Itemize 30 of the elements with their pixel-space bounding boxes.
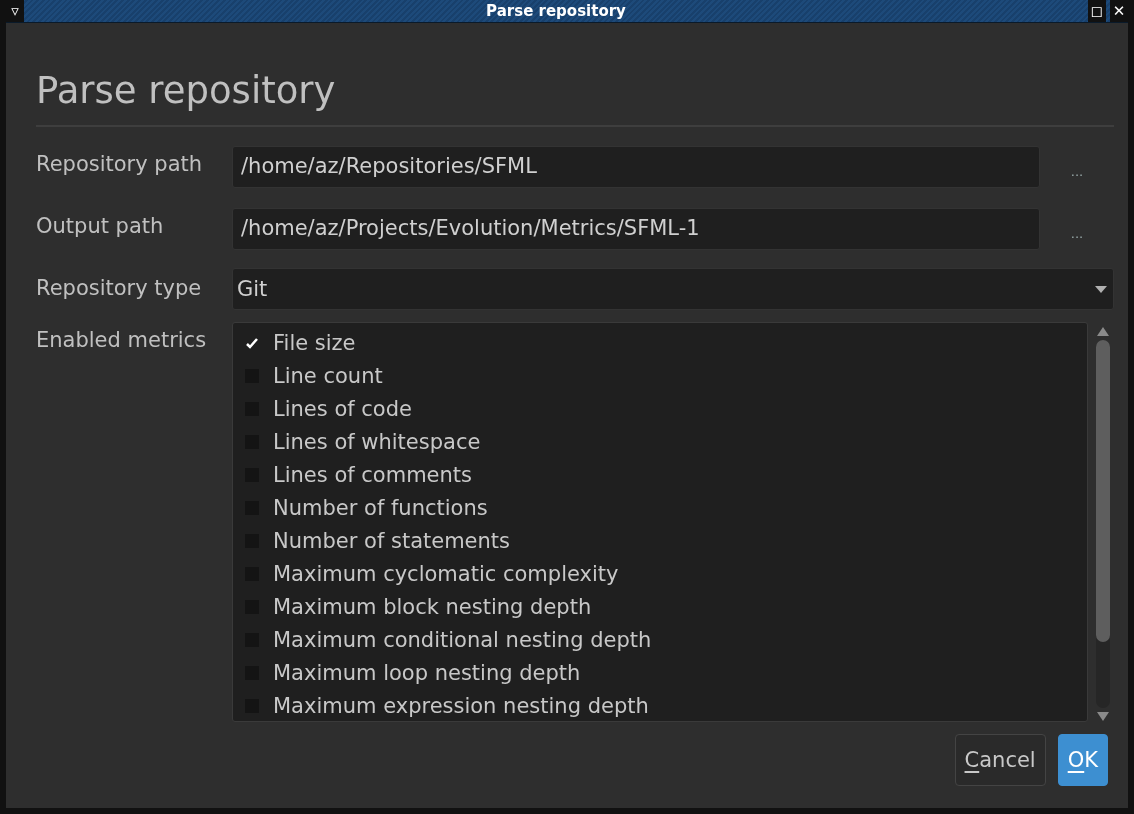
metric-label: Maximum block nesting depth <box>273 594 592 619</box>
metric-label: Number of statements <box>273 528 510 553</box>
metric-label: File size <box>273 330 356 355</box>
metric-label: Number of functions <box>273 495 488 520</box>
close-icon[interactable]: ✕ <box>1110 0 1128 22</box>
dialog-heading: Parse repository <box>36 69 337 113</box>
repository-type-dropdown[interactable]: Git <box>232 268 1114 310</box>
field-label: Enabled metrics <box>36 327 208 352</box>
metric-label: Maximum cyclomatic complexity <box>273 561 619 586</box>
metric-label: Maximum loop nesting depth <box>273 660 581 685</box>
caret-icon <box>1095 285 1107 293</box>
path-field[interactable]: /home/az/Repositories/SFML <box>232 146 1040 188</box>
path-field[interactable]: /home/az/Projects/Evolution/Metrics/SFML-1 <box>232 208 1040 250</box>
metric-label: Lines of code <box>273 396 412 421</box>
scroll-up-arrow-icon[interactable] <box>1096 326 1110 336</box>
window-title: Parse repository <box>485 2 627 20</box>
field-label: Repository type <box>36 275 203 300</box>
browse-button[interactable]: ... <box>1040 217 1114 241</box>
metric-label: Maximum expression nesting depth <box>273 693 649 718</box>
browse-button[interactable]: ... <box>1040 155 1114 179</box>
field-label: Output path <box>36 213 165 238</box>
metric-label: Lines of comments <box>273 462 472 487</box>
metric-label: Maximum conditional nesting depth <box>273 627 652 652</box>
metric-label: Line count <box>273 363 383 388</box>
scroll-down-arrow-icon[interactable] <box>1096 712 1110 722</box>
window-menu-icon[interactable]: ▿ <box>6 0 24 22</box>
dialog-button[interactable]: Cancel <box>954 734 1046 786</box>
maximize-icon[interactable]: ◻ <box>1088 0 1106 22</box>
field-label: Repository path <box>36 151 204 176</box>
metric-label: Lines of whitespace <box>273 429 481 454</box>
